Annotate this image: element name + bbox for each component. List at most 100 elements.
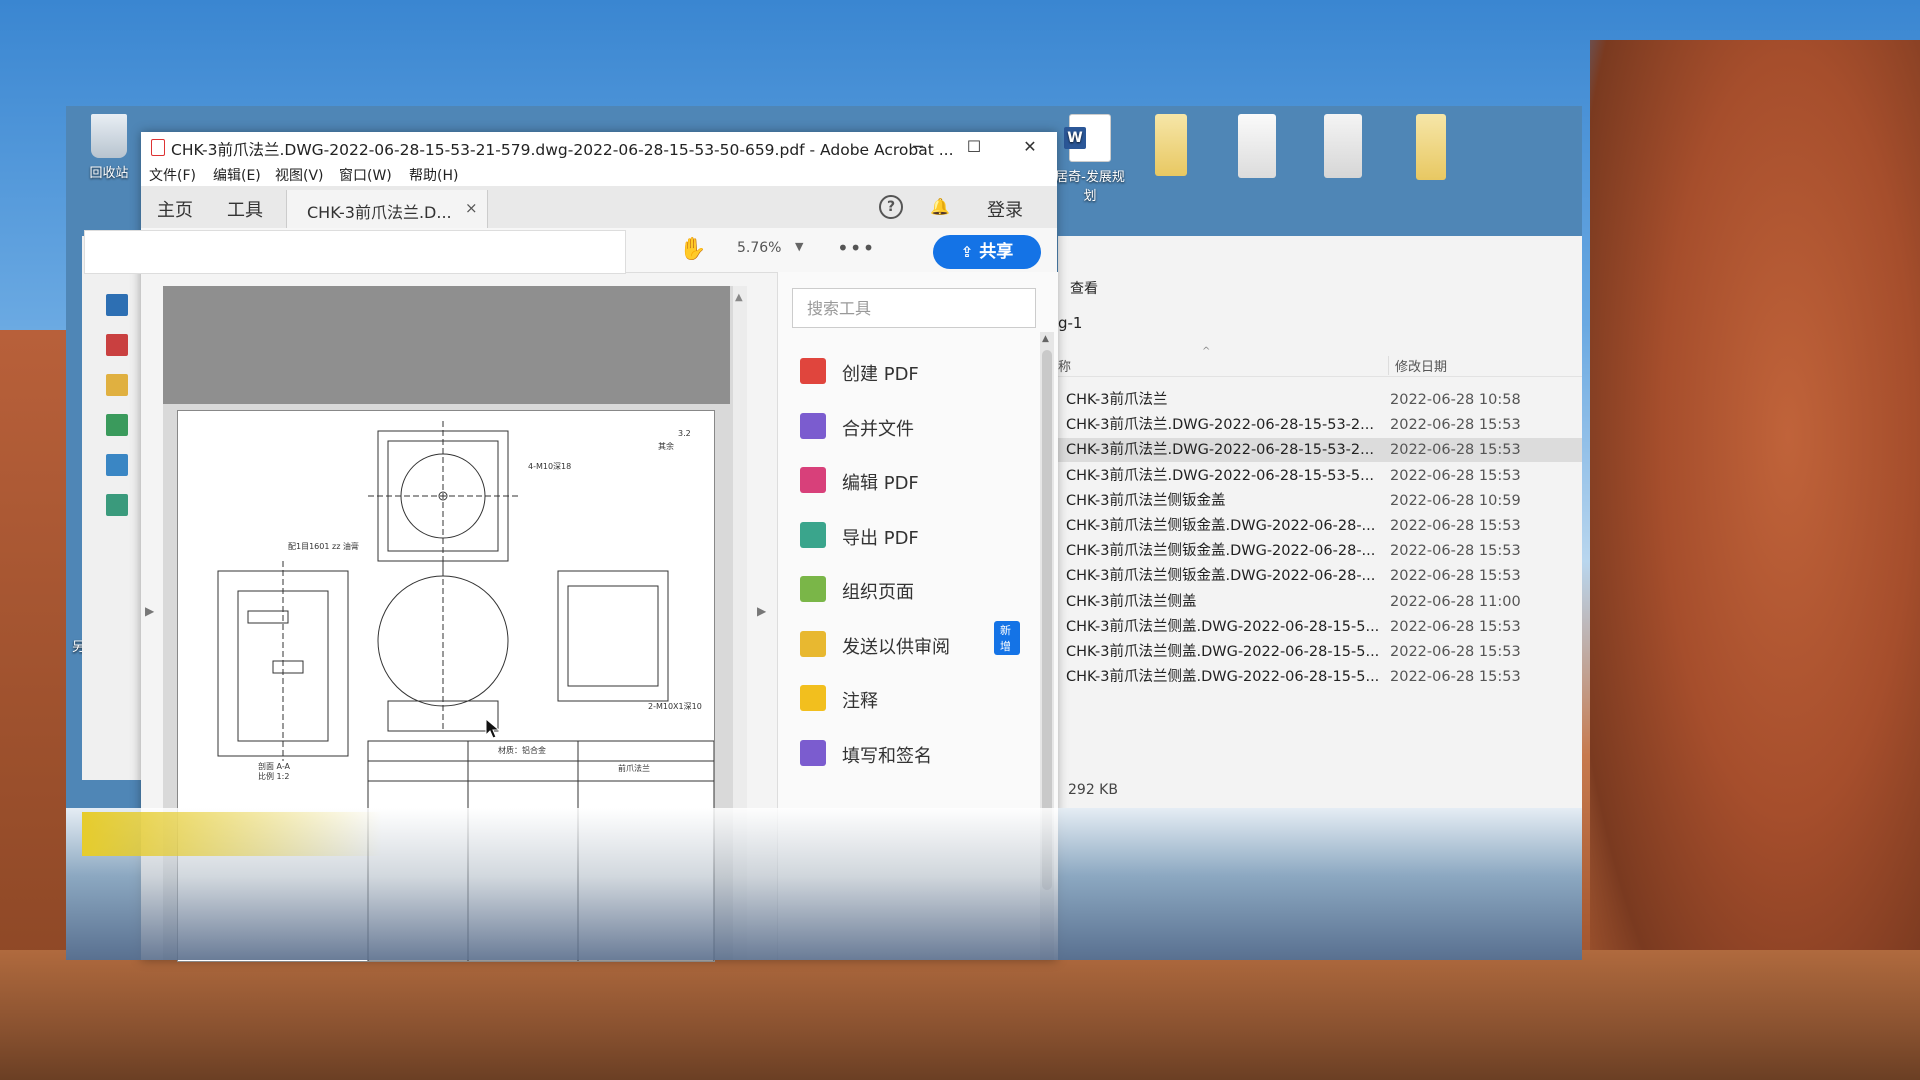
file-list-item[interactable]: CHK-3前爪法兰侧钣金盖.DWG-2022-06-28-... 2022-06-… — [1058, 514, 1582, 538]
file-modified-date: 2022-06-28 10:58 — [1390, 392, 1521, 408]
file-list-item[interactable]: CHK-3前爪法兰.DWG-2022-06-28-15-53-5... 2022-… — [1058, 464, 1582, 488]
share-button[interactable]: ⇪ 共享 — [933, 235, 1041, 269]
zoom-dropdown-icon[interactable]: ▼ — [795, 240, 803, 253]
file-name: CHK-3前爪法兰侧盖.DWG-2022-06-28-15-5... — [1066, 618, 1380, 635]
page-gap — [163, 286, 730, 404]
file-icon[interactable] — [106, 294, 128, 316]
file-modified-date: 2022-06-28 15:53 — [1390, 568, 1521, 585]
file-icon[interactable] — [106, 414, 128, 436]
acrobat-titlebar[interactable]: CHK-3前爪法兰.DWG-2022-06-28-15-53-21-579.dw… — [141, 132, 1057, 162]
desktop-icon-label: 回收站 — [89, 166, 129, 181]
menu-bar: 文件(F) 编辑(E) 视图(V) 窗口(W) 帮助(H) — [141, 162, 1057, 186]
menu-view[interactable]: 视图(V) — [275, 165, 324, 185]
login-button[interactable]: 登录 — [987, 196, 1023, 222]
tool-item[interactable]: 组织页面 — [800, 572, 1020, 606]
explorer-view-tab[interactable]: 查看 — [1070, 278, 1098, 298]
tool-label: 发送以供审阅 — [842, 636, 950, 658]
close-window-button[interactable]: ✕ — [1015, 134, 1045, 160]
minimize-button[interactable]: ─ — [903, 134, 933, 160]
file-list-item[interactable]: CHK-3前爪法兰 2022-06-28 10:58 — [1058, 388, 1582, 412]
file-desktop-icon[interactable] — [1318, 114, 1368, 182]
column-name[interactable]: 称 — [1058, 356, 1071, 375]
file-list-item[interactable]: CHK-3前爪法兰.DWG-2022-06-28-15-53-2... 2022-… — [1058, 413, 1582, 437]
drawing-annotation: 3.2 — [678, 429, 691, 438]
tool-item[interactable]: 导出 PDF — [800, 518, 1020, 552]
menu-window[interactable]: 窗口(W) — [339, 165, 392, 185]
new-badge: 新增 — [994, 620, 1020, 655]
column-modified-date[interactable]: 修改日期 — [1388, 356, 1447, 375]
recycle-bin-desktop-icon[interactable]: 回收站 — [74, 114, 144, 181]
notification-bell-icon[interactable]: 🔔 — [929, 196, 951, 218]
file-list-item[interactable]: CHK-3前爪法兰.DWG-2022-06-28-15-53-2... 2022-… — [1058, 438, 1582, 463]
tool-label: 创建 PDF — [842, 364, 919, 385]
file-list-item[interactable]: CHK-3前爪法兰侧钣金盖.DWG-2022-06-28-... 2022-06-… — [1058, 539, 1582, 563]
desert-rock-right — [1590, 40, 1920, 1030]
collapse-tools-pane-icon[interactable]: ▶ — [757, 604, 766, 618]
mouse-cursor-icon — [485, 718, 501, 739]
close-tab-icon[interactable]: × — [465, 199, 478, 217]
file-modified-date: 2022-06-28 15:53 — [1390, 467, 1521, 484]
file-list-item[interactable]: CHK-3前爪法兰侧盖 2022-06-28 11:00 — [1058, 590, 1582, 614]
blurred-taskbar-region — [66, 808, 1582, 960]
tool-item[interactable]: 创建 PDF — [800, 354, 1020, 388]
file-icon[interactable] — [106, 454, 128, 476]
tool-item[interactable]: 编辑 PDF — [800, 463, 1020, 497]
more-options-icon[interactable]: ••• — [837, 236, 875, 260]
file-name: CHK-3前爪法兰侧盖.DWG-2022-06-28-15-5... — [1066, 644, 1380, 660]
tool-item[interactable]: 合并文件 — [800, 409, 1020, 443]
file-list-item[interactable]: CHK-3前爪法兰侧钣金盖 2022-06-28 10:59 — [1058, 489, 1582, 513]
file-list-item[interactable]: CHK-3前爪法兰侧盖.DWG-2022-06-28-15-5... 2022-0… — [1058, 615, 1582, 639]
tool-icon — [800, 685, 826, 711]
tab-tools[interactable]: 工具 — [227, 196, 263, 222]
file-icon[interactable] — [106, 494, 128, 516]
tool-search-input[interactable]: 搜索工具 — [792, 288, 1036, 328]
file-list-item[interactable]: CHK-3前爪法兰侧钣金盖.DWG-2022-06-28-... 2022-06-… — [1058, 564, 1582, 588]
tool-label: 合并文件 — [842, 418, 914, 440]
share-icon: ⇪ — [960, 243, 974, 261]
acrobat-tab-bar: 主页 工具 CHK-3前爪法兰.D... × ? 🔔 登录 — [141, 186, 1057, 229]
file-desktop-icon[interactable] — [1232, 114, 1282, 182]
tab-home[interactable]: 主页 — [157, 196, 193, 222]
desktop-icon-label: 居奇-发展规划 — [1055, 170, 1125, 204]
folder-desktop-icon[interactable] — [1406, 114, 1456, 184]
menu-help[interactable]: 帮助(H) — [409, 165, 458, 185]
file-modified-date: 2022-06-28 15:53 — [1390, 669, 1521, 686]
file-name: CHK-3前爪法兰.DWG-2022-06-28-15-53-5... — [1066, 467, 1374, 484]
word-document-desktop-icon[interactable]: W 居奇-发展规划 — [1050, 114, 1130, 204]
maximize-button[interactable]: ☐ — [959, 134, 989, 160]
tool-item[interactable]: 发送以供审阅 新增 — [800, 620, 1020, 661]
folder-desktop-icon[interactable] — [1146, 114, 1196, 180]
hand-tool-icon[interactable]: ✋ — [679, 237, 706, 262]
tool-label: 注释 — [842, 691, 878, 712]
recycle-bin-icon — [91, 114, 127, 158]
folder-icon — [1155, 114, 1187, 176]
tab-document[interactable]: CHK-3前爪法兰.D... × — [286, 190, 488, 228]
file-name: CHK-3前爪法兰侧钣金盖.DWG-2022-06-28-... — [1066, 518, 1376, 534]
explorer-path[interactable]: g-1 — [1058, 314, 1082, 332]
menu-file[interactable]: 文件(F) — [149, 165, 196, 185]
tool-item[interactable]: 注释 — [800, 681, 1020, 715]
file-modified-date: 2022-06-28 15:53 — [1390, 543, 1521, 560]
document-tab-label: CHK-3前爪法兰.D... — [307, 203, 452, 222]
file-name: CHK-3前爪法兰.DWG-2022-06-28-15-53-2... — [1066, 417, 1374, 434]
tool-label: 导出 PDF — [842, 527, 919, 549]
scroll-up-icon[interactable]: ▲ — [735, 292, 743, 303]
tool-item[interactable]: 填写和签名 — [800, 736, 1020, 770]
share-label: 共享 — [979, 242, 1014, 262]
document-icon — [1324, 114, 1362, 178]
scroll-up-icon[interactable]: ▲ — [1042, 334, 1049, 344]
help-icon[interactable]: ? — [879, 195, 903, 219]
file-icon[interactable] — [106, 374, 128, 396]
file-list-item[interactable]: CHK-3前爪法兰侧盖.DWG-2022-06-28-15-5... 2022-0… — [1058, 640, 1582, 664]
file-name: CHK-3前爪法兰侧钣金盖.DWG-2022-06-28-... — [1066, 543, 1376, 560]
zoom-level[interactable]: 5.76% — [737, 240, 781, 256]
collapse-left-panel-icon[interactable]: ▶ — [145, 604, 154, 618]
drawing-annotation: 4-M10深18 — [528, 462, 572, 471]
file-icon[interactable] — [106, 334, 128, 356]
file-modified-date: 2022-06-28 15:53 — [1390, 644, 1521, 660]
tool-icon — [800, 467, 826, 493]
acrobat-toolbar: ✋ 5.76% ▼ ••• ⇪ 共享 — [84, 228, 1057, 274]
file-list-item[interactable]: CHK-3前爪法兰侧盖.DWG-2022-06-28-15-5... 2022-0… — [1058, 665, 1582, 689]
file-modified-date: 2022-06-28 15:53 — [1390, 417, 1521, 434]
menu-edit[interactable]: 编辑(E) — [213, 165, 261, 185]
